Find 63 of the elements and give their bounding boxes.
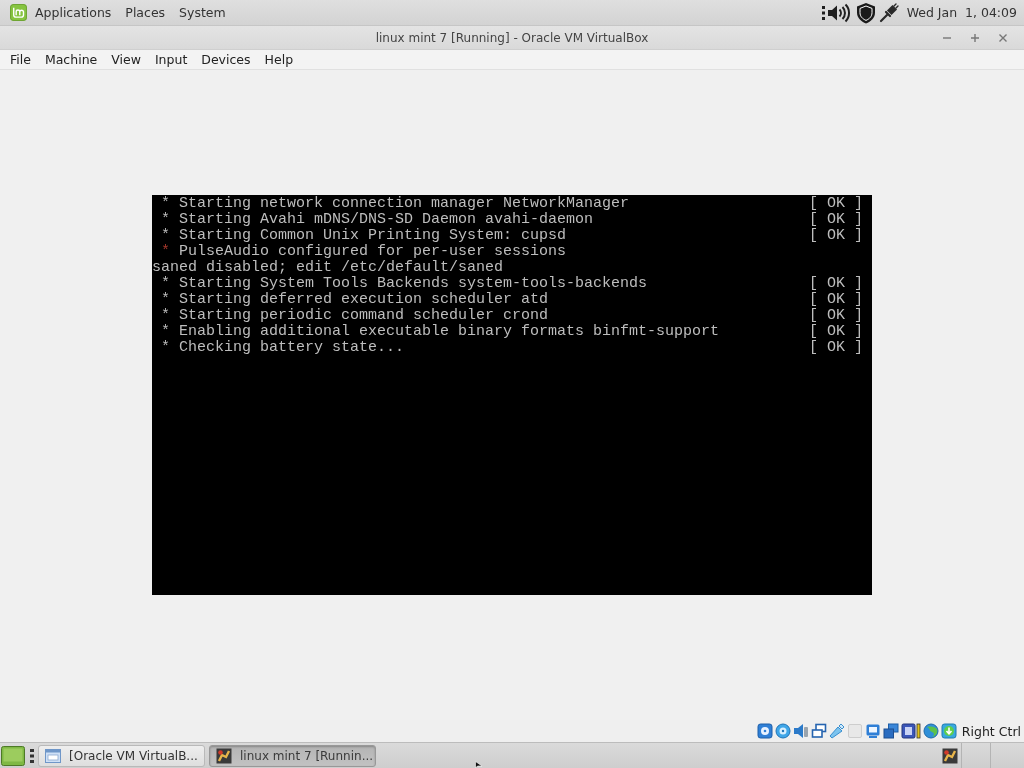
- menu-logo-icon[interactable]: [10, 4, 27, 21]
- ok-status: [ OK ]: [809, 276, 864, 292]
- task-button[interactable]: [Oracle VM VirtualB...: [38, 744, 205, 767]
- panel-menu[interactable]: Applications: [35, 5, 112, 20]
- log-bullet: *: [161, 244, 170, 260]
- menu-item[interactable]: File: [10, 52, 31, 67]
- log-line: Enabling additional executable binary formats binfmt-support: [179, 324, 720, 340]
- task-button[interactable]: linux mint 7 [Runnin...: [209, 744, 376, 767]
- disc-icon[interactable]: [774, 723, 791, 739]
- monitors-icon[interactable]: [810, 723, 827, 739]
- volume-icon[interactable]: [820, 2, 853, 23]
- log-line: Starting periodic command scheduler crond: [179, 308, 549, 324]
- panel-menu[interactable]: System: [179, 5, 226, 20]
- app-icon[interactable]: [216, 747, 232, 764]
- windows-icon[interactable]: [882, 723, 899, 739]
- window-title: linux mint 7 [Running] - Oracle VM VirtualBox: [375, 30, 649, 45]
- window-icon[interactable]: [45, 747, 61, 764]
- log-line: PulseAudio configured for per-user sessions: [179, 244, 567, 260]
- log-line: saned disabled; edit /etc/default/saned: [152, 260, 504, 276]
- log-bullet: *: [161, 276, 170, 292]
- ok-status: [ OK ]: [809, 308, 864, 324]
- log-bullet: *: [161, 212, 170, 228]
- plug-icon[interactable]: [878, 2, 899, 23]
- screen-icon[interactable]: [864, 723, 881, 739]
- log-line: Starting network connection manager NetworkManager: [179, 196, 630, 212]
- panel-menu[interactable]: Places: [125, 5, 166, 20]
- log-bullet: *: [161, 308, 170, 324]
- menu-item[interactable]: Help: [264, 52, 294, 67]
- log-bullet: *: [161, 324, 170, 340]
- log-bullet: *: [161, 196, 170, 212]
- mouse-pointer-icon: [475, 761, 482, 768]
- ok-status: [ OK ]: [809, 292, 864, 308]
- ok-status: [ OK ]: [809, 212, 864, 228]
- menu-item[interactable]: View: [111, 52, 141, 67]
- shield-icon[interactable]: [854, 1, 877, 24]
- host-key-label: Right Ctrl: [961, 723, 1021, 739]
- ok-status: [ OK ]: [809, 228, 864, 244]
- drive-icon[interactable]: [756, 723, 773, 739]
- down-arrow-icon[interactable]: [940, 723, 957, 739]
- ok-status: [ OK ]: [809, 324, 864, 340]
- menu-item[interactable]: Devices: [201, 52, 251, 67]
- ok-status: [ OK ]: [809, 340, 864, 356]
- close-icon[interactable]: [998, 32, 1008, 43]
- log-bullet: *: [161, 340, 170, 356]
- maximize-icon[interactable]: [970, 32, 980, 43]
- globe-icon[interactable]: [922, 723, 939, 739]
- ok-status: [ OK ]: [809, 196, 864, 212]
- log-line: Starting System Tools Backends system-tools-backends: [179, 276, 648, 292]
- menu-item[interactable]: Input: [154, 52, 188, 67]
- chip-icon[interactable]: [900, 723, 921, 739]
- handle-icon: [30, 747, 34, 764]
- log-line: Starting Common Unix Printing System: cupsd: [179, 228, 567, 244]
- app-icon[interactable]: [942, 747, 958, 764]
- log-line: Starting deferred execution scheduler atd: [179, 292, 549, 308]
- log-line: Checking battery state...: [179, 340, 405, 356]
- clock[interactable]: Wed Jan 1, 04:09: [906, 5, 1017, 20]
- menu-item[interactable]: Machine: [44, 52, 98, 67]
- log-bullet: *: [161, 228, 170, 244]
- log-bullet: *: [161, 292, 170, 308]
- usb-stick-icon[interactable]: [828, 723, 845, 739]
- desktop-icon[interactable]: [1, 745, 25, 766]
- speaker-icon[interactable]: [792, 723, 809, 739]
- log-line: Starting Avahi mDNS/DNS-SD Daemon avahi-daemon: [179, 212, 594, 228]
